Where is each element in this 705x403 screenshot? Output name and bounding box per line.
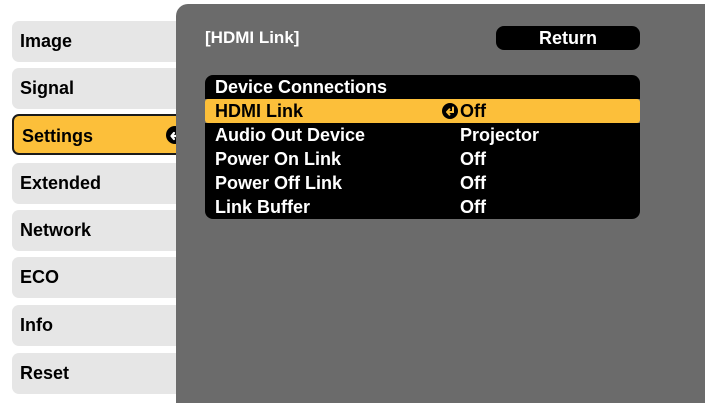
menu-row-name: Power Off Link	[215, 173, 343, 193]
menu-row-value: Off	[460, 149, 486, 169]
menu-row-value: Off	[460, 173, 486, 193]
tab-info[interactable]: Info	[12, 305, 190, 346]
return-button[interactable]: Return	[496, 26, 640, 50]
sidebar: Image Signal Settings Extended Network E…	[0, 12, 192, 403]
menu-row-power-on-link[interactable]: Power On Link Off	[205, 147, 640, 171]
menu-row-name: Audio Out Device	[215, 125, 366, 145]
breadcrumb: [HDMI Link]	[205, 28, 300, 47]
tab-label: Settings	[22, 126, 94, 146]
tab-label: Reset	[20, 363, 70, 383]
tab-extended[interactable]: Extended	[12, 163, 190, 204]
section-header: Device Connections	[205, 75, 640, 99]
menu-list: Device Connections HDMI Link Off Audio O…	[205, 75, 640, 219]
menu-row-name: Power On Link	[215, 149, 342, 169]
menu-row-value: Off	[460, 197, 486, 217]
section-header-label: Device Connections	[215, 77, 388, 97]
tab-reset[interactable]: Reset	[12, 353, 190, 394]
tab-eco[interactable]: ECO	[12, 257, 190, 298]
tab-label: Image	[20, 31, 73, 51]
enter-icon	[442, 103, 458, 119]
tab-label: Network	[20, 220, 92, 240]
menu-row-power-off-link[interactable]: Power Off Link Off	[205, 171, 640, 195]
tab-image[interactable]: Image	[12, 21, 190, 62]
tab-settings[interactable]: Settings	[12, 114, 192, 155]
tab-label: Info	[20, 315, 53, 335]
tab-label: ECO	[20, 267, 60, 287]
tab-label: Signal	[20, 78, 75, 98]
menu-row-name: HDMI Link	[215, 101, 303, 121]
menu-row-name: Link Buffer	[215, 197, 311, 217]
menu-row-value: Projector	[460, 125, 540, 145]
menu-row-link-buffer[interactable]: Link Buffer Off	[205, 195, 640, 219]
tab-signal[interactable]: Signal	[12, 68, 190, 109]
menu-row-value: Off	[460, 101, 486, 121]
menu-row-hdmi-link[interactable]: HDMI Link Off	[205, 99, 640, 123]
tab-network[interactable]: Network	[12, 210, 190, 251]
menu-row-audio-out-device[interactable]: Audio Out Device Projector	[205, 123, 640, 147]
tab-label: Extended	[20, 173, 102, 193]
